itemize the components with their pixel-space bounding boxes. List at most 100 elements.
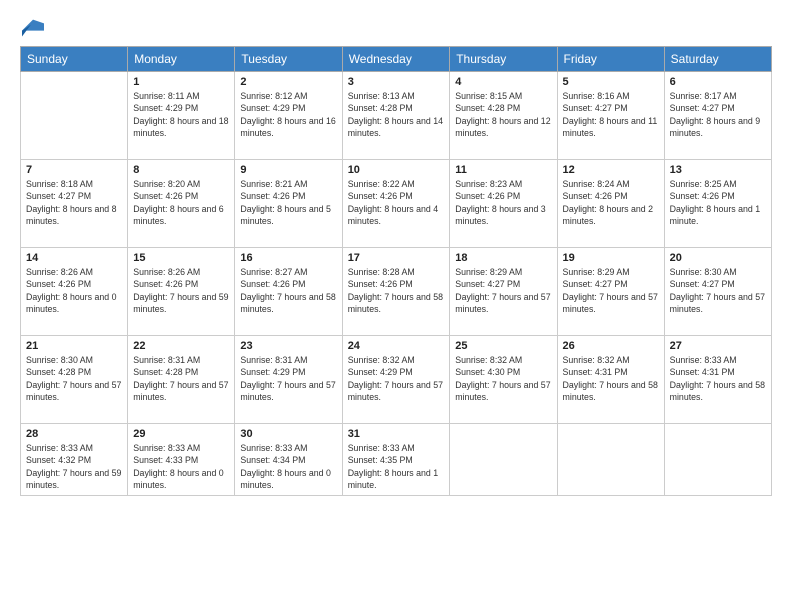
day-number: 16 — [240, 252, 336, 264]
day-number: 5 — [563, 76, 659, 88]
day-info: Sunrise: 8:29 AMSunset: 4:27 PMDaylight:… — [563, 266, 659, 315]
day-info: Sunrise: 8:27 AMSunset: 4:26 PMDaylight:… — [240, 266, 336, 315]
day-cell: 25Sunrise: 8:32 AMSunset: 4:30 PMDayligh… — [450, 336, 557, 424]
day-number: 17 — [348, 252, 445, 264]
day-info: Sunrise: 8:25 AMSunset: 4:26 PMDaylight:… — [670, 178, 766, 227]
day-info: Sunrise: 8:21 AMSunset: 4:26 PMDaylight:… — [240, 178, 336, 227]
day-number: 21 — [26, 340, 122, 352]
day-info: Sunrise: 8:20 AMSunset: 4:26 PMDaylight:… — [133, 178, 229, 227]
col-header-monday: Monday — [128, 47, 235, 72]
day-cell: 28 Sunrise: 8:33 AMSunset: 4:32 PMDayligh… — [21, 424, 128, 496]
day-number: 22 — [133, 340, 229, 352]
day-info: Sunrise: 8:17 AMSunset: 4:27 PMDaylight:… — [670, 90, 766, 139]
day-cell: 23Sunrise: 8:31 AMSunset: 4:29 PMDayligh… — [235, 336, 342, 424]
day-cell: 21 Sunrise: 8:30 AMSunset: 4:28 PMDayligh… — [21, 336, 128, 424]
day-number: 10 — [348, 164, 445, 176]
day-info: Sunrise: 8:33 AMSunset: 4:31 PMDaylight:… — [670, 354, 766, 403]
day-number: 7 — [26, 164, 122, 176]
day-info: Sunrise: 8:32 AMSunset: 4:31 PMDaylight:… — [563, 354, 659, 403]
day-cell: 16 Sunrise: 8:27 AMSunset: 4:26 PMDayligh… — [235, 248, 342, 336]
day-number: 13 — [670, 164, 766, 176]
day-number: 1 — [133, 76, 229, 88]
day-number: 30 — [240, 428, 336, 440]
day-number: 29 — [133, 428, 229, 440]
day-info: Sunrise: 8:24 AMSunset: 4:26 PMDaylight:… — [563, 178, 659, 227]
week-row-1: 1 Sunrise: 8:11 AMSunset: 4:29 PMDaylight… — [21, 72, 772, 160]
day-info: Sunrise: 8:15 AMSunset: 4:28 PMDaylight:… — [455, 90, 551, 139]
day-cell: 17 Sunrise: 8:28 AMSunset: 4:26 PMDayligh… — [342, 248, 450, 336]
day-cell: 12 Sunrise: 8:24 AMSunset: 4:26 PMDayligh… — [557, 160, 664, 248]
day-cell — [557, 424, 664, 496]
day-info: Sunrise: 8:11 AMSunset: 4:29 PMDaylight:… — [133, 90, 229, 139]
day-info: Sunrise: 8:23 AMSunset: 4:26 PMDaylight:… — [455, 178, 551, 227]
day-cell: 18 Sunrise: 8:29 AMSunset: 4:27 PMDayligh… — [450, 248, 557, 336]
day-number: 28 — [26, 428, 122, 440]
day-number: 12 — [563, 164, 659, 176]
day-cell: 26 Sunrise: 8:32 AMSunset: 4:31 PMDayligh… — [557, 336, 664, 424]
day-cell: 7 Sunrise: 8:18 AMSunset: 4:27 PMDaylight… — [21, 160, 128, 248]
logo-icon — [22, 16, 44, 38]
col-header-tuesday: Tuesday — [235, 47, 342, 72]
day-cell: 13 Sunrise: 8:25 AMSunset: 4:26 PMDayligh… — [664, 160, 771, 248]
day-info: Sunrise: 8:33 AMSunset: 4:32 PMDaylight:… — [26, 442, 122, 491]
day-cell — [664, 424, 771, 496]
header-row: SundayMondayTuesdayWednesdayThursdayFrid… — [21, 47, 772, 72]
day-info: Sunrise: 8:33 AMSunset: 4:35 PMDaylight:… — [348, 442, 445, 491]
week-row-4: 21 Sunrise: 8:30 AMSunset: 4:28 PMDayligh… — [21, 336, 772, 424]
day-number: 3 — [348, 76, 445, 88]
day-number: 20 — [670, 252, 766, 264]
day-cell: 1 Sunrise: 8:11 AMSunset: 4:29 PMDaylight… — [128, 72, 235, 160]
day-number: 24 — [348, 340, 445, 352]
day-number: 6 — [670, 76, 766, 88]
day-number: 18 — [455, 252, 551, 264]
day-info: Sunrise: 8:26 AMSunset: 4:26 PMDaylight:… — [26, 266, 122, 315]
day-number: 27 — [670, 340, 766, 352]
col-header-friday: Friday — [557, 47, 664, 72]
calendar-table: SundayMondayTuesdayWednesdayThursdayFrid… — [20, 46, 772, 496]
day-cell: 2 Sunrise: 8:12 AMSunset: 4:29 PMDaylight… — [235, 72, 342, 160]
day-info: Sunrise: 8:33 AMSunset: 4:34 PMDaylight:… — [240, 442, 336, 491]
day-cell: 24Sunrise: 8:32 AMSunset: 4:29 PMDayligh… — [342, 336, 450, 424]
day-info: Sunrise: 8:30 AMSunset: 4:27 PMDaylight:… — [670, 266, 766, 315]
day-info: Sunrise: 8:29 AMSunset: 4:27 PMDaylight:… — [455, 266, 551, 315]
day-info: Sunrise: 8:30 AMSunset: 4:28 PMDaylight:… — [26, 354, 122, 403]
day-number: 8 — [133, 164, 229, 176]
day-number: 9 — [240, 164, 336, 176]
day-number: 14 — [26, 252, 122, 264]
day-cell: 22Sunrise: 8:31 AMSunset: 4:28 PMDayligh… — [128, 336, 235, 424]
day-number: 31 — [348, 428, 445, 440]
day-cell: 14 Sunrise: 8:26 AMSunset: 4:26 PMDayligh… — [21, 248, 128, 336]
day-cell — [21, 72, 128, 160]
day-cell: 9 Sunrise: 8:21 AMSunset: 4:26 PMDaylight… — [235, 160, 342, 248]
day-info: Sunrise: 8:31 AMSunset: 4:29 PMDaylight:… — [240, 354, 336, 403]
day-cell: 6 Sunrise: 8:17 AMSunset: 4:27 PMDaylight… — [664, 72, 771, 160]
day-cell: 27 Sunrise: 8:33 AMSunset: 4:31 PMDayligh… — [664, 336, 771, 424]
week-row-5: 28 Sunrise: 8:33 AMSunset: 4:32 PMDayligh… — [21, 424, 772, 496]
day-info: Sunrise: 8:12 AMSunset: 4:29 PMDaylight:… — [240, 90, 336, 139]
col-header-wednesday: Wednesday — [342, 47, 450, 72]
day-number: 26 — [563, 340, 659, 352]
day-cell: 15Sunrise: 8:26 AMSunset: 4:26 PMDayligh… — [128, 248, 235, 336]
day-number: 2 — [240, 76, 336, 88]
col-header-sunday: Sunday — [21, 47, 128, 72]
day-cell: 10 Sunrise: 8:22 AMSunset: 4:26 PMDayligh… — [342, 160, 450, 248]
day-info: Sunrise: 8:16 AMSunset: 4:27 PMDaylight:… — [563, 90, 659, 139]
day-info: Sunrise: 8:18 AMSunset: 4:27 PMDaylight:… — [26, 178, 122, 227]
day-info: Sunrise: 8:22 AMSunset: 4:26 PMDaylight:… — [348, 178, 445, 227]
week-row-2: 7 Sunrise: 8:18 AMSunset: 4:27 PMDaylight… — [21, 160, 772, 248]
col-header-thursday: Thursday — [450, 47, 557, 72]
day-info: Sunrise: 8:13 AMSunset: 4:28 PMDaylight:… — [348, 90, 445, 139]
day-cell: 8 Sunrise: 8:20 AMSunset: 4:26 PMDaylight… — [128, 160, 235, 248]
day-info: Sunrise: 8:26 AMSunset: 4:26 PMDaylight:… — [133, 266, 229, 315]
day-cell: 29 Sunrise: 8:33 AMSunset: 4:33 PMDayligh… — [128, 424, 235, 496]
day-info: Sunrise: 8:28 AMSunset: 4:26 PMDaylight:… — [348, 266, 445, 315]
day-cell: 4 Sunrise: 8:15 AMSunset: 4:28 PMDaylight… — [450, 72, 557, 160]
week-row-3: 14 Sunrise: 8:26 AMSunset: 4:26 PMDayligh… — [21, 248, 772, 336]
day-number: 4 — [455, 76, 551, 88]
day-info: Sunrise: 8:33 AMSunset: 4:33 PMDaylight:… — [133, 442, 229, 491]
col-header-saturday: Saturday — [664, 47, 771, 72]
day-number: 25 — [455, 340, 551, 352]
day-number: 19 — [563, 252, 659, 264]
day-cell: 31 Sunrise: 8:33 AMSunset: 4:35 PMDayligh… — [342, 424, 450, 496]
day-cell: 19 Sunrise: 8:29 AMSunset: 4:27 PMDayligh… — [557, 248, 664, 336]
